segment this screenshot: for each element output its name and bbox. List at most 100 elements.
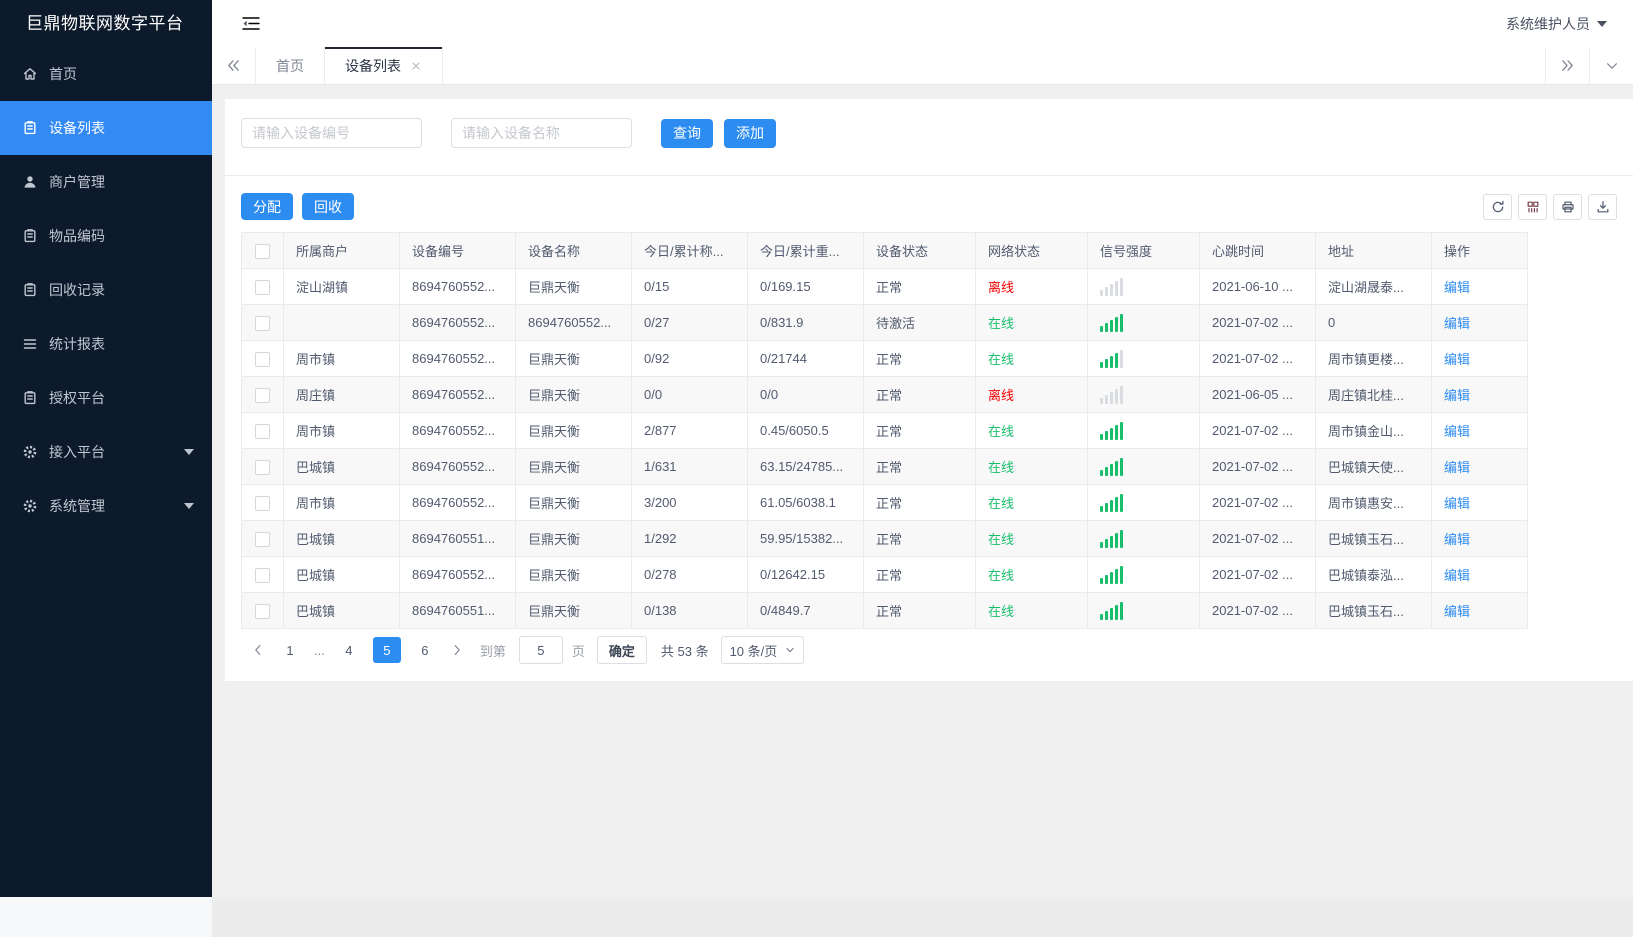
tab-device-list[interactable]: 设备列表	[325, 47, 443, 84]
user-menu[interactable]: 系统维护人员	[1506, 14, 1607, 34]
edit-link[interactable]: 编辑	[1444, 352, 1470, 367]
device-no-input[interactable]	[241, 118, 422, 148]
sidebar-item-device-list[interactable]: 设备列表	[0, 101, 212, 155]
signal-strength-icon	[1100, 457, 1187, 476]
column-header: 操作	[1431, 232, 1528, 269]
row-checkbox[interactable]	[255, 387, 270, 403]
edit-link[interactable]: 编辑	[1444, 496, 1470, 511]
cell-merchant: 淀山湖镇	[283, 268, 400, 305]
cell-device-status: 正常	[863, 592, 976, 629]
cell-device-status: 正常	[863, 448, 976, 485]
tab-home[interactable]: 首页	[256, 47, 325, 84]
sidebar-item-auth-platform[interactable]: 授权平台	[0, 371, 212, 425]
sidebar-item-access-platform[interactable]: 接入平台	[0, 425, 212, 479]
add-button[interactable]: 添加	[724, 118, 776, 148]
recycle-button[interactable]: 回收	[302, 193, 354, 220]
row-checkbox[interactable]	[255, 423, 270, 439]
sidebar-item-label: 设备列表	[49, 120, 105, 136]
topbar: 系统维护人员	[212, 0, 1633, 47]
sidebar-item-label: 授权平台	[49, 390, 105, 406]
edit-link[interactable]: 编辑	[1444, 604, 1470, 619]
confirm-button[interactable]: 确定	[596, 636, 647, 664]
assign-button[interactable]: 分配	[241, 193, 293, 220]
export-button[interactable]	[1588, 193, 1617, 220]
cell-network-status: 在线	[975, 412, 1088, 449]
table-row: 周市镇 8694760552... 巨鼎天衡 0/92 0/21744 正常 在线 2021-…	[241, 340, 1528, 377]
goto-page-input[interactable]	[518, 636, 563, 664]
column-header: 今日/累计称...	[631, 232, 748, 269]
caret-down-icon	[184, 503, 194, 509]
signal-strength-icon	[1100, 529, 1187, 548]
row-checkbox[interactable]	[255, 531, 270, 547]
page-size-value: 10 条/页	[729, 643, 778, 659]
query-button[interactable]: 查询	[661, 118, 713, 148]
sidebar-collapse-icon[interactable]	[242, 16, 260, 31]
page-button[interactable]: 4	[335, 637, 363, 663]
row-checkbox[interactable]	[255, 315, 270, 331]
sidebar-item-recycle-record[interactable]: 回收记录	[0, 263, 212, 317]
edit-link[interactable]: 编辑	[1444, 280, 1470, 295]
page-button[interactable]: 1	[276, 637, 304, 663]
cell-device-status: 正常	[863, 376, 976, 413]
cell-network-status: 在线	[975, 340, 1088, 377]
page-size-select[interactable]: 10 条/页	[720, 636, 805, 664]
gear-icon	[22, 444, 38, 460]
cell-address: 0	[1315, 304, 1432, 341]
app-window: 巨鼎物联网数字平台 首页 设备列表 商户管理 物品编码 回收记录 统计报表 授权平台 接入平台…	[0, 0, 1633, 897]
edit-link[interactable]: 编辑	[1444, 388, 1470, 403]
tabs-scroll-right-button[interactable]	[1545, 47, 1589, 84]
cell-address: 巴城镇泰泓...	[1315, 556, 1432, 593]
bottom-strip-left	[0, 897, 212, 937]
tabs-menu-button[interactable]	[1589, 47, 1633, 84]
sidebar-item-stats-report[interactable]: 统计报表	[0, 317, 212, 371]
edit-link[interactable]: 编辑	[1444, 532, 1470, 547]
row-checkbox[interactable]	[255, 567, 270, 583]
edit-link[interactable]: 编辑	[1444, 424, 1470, 439]
edit-link[interactable]: 编辑	[1444, 568, 1470, 583]
next-page-button[interactable]	[444, 643, 470, 657]
select-all-checkbox[interactable]	[255, 243, 270, 259]
columns-button[interactable]	[1518, 193, 1547, 220]
close-icon[interactable]	[410, 60, 422, 72]
cell-address: 周庄镇北桂...	[1315, 376, 1432, 413]
cell-heartbeat: 2021-07-02 ...	[1199, 340, 1316, 377]
row-checkbox[interactable]	[255, 603, 270, 619]
row-checkbox[interactable]	[255, 459, 270, 475]
edit-link[interactable]: 编辑	[1444, 460, 1470, 475]
cell-network-status: 在线	[975, 484, 1088, 521]
cell-network-status: 离线	[975, 376, 1088, 413]
tabs-scroll-left-button[interactable]	[212, 47, 256, 84]
signal-strength-icon	[1100, 349, 1187, 368]
gear-icon	[22, 498, 38, 514]
prev-page-button[interactable]	[245, 643, 271, 657]
sidebar-item-system-mgmt[interactable]: 系统管理	[0, 479, 212, 533]
user-name: 系统维护人员	[1506, 15, 1590, 32]
cell-today-weight: 61.05/6038.1	[747, 484, 864, 521]
signal-strength-icon	[1100, 313, 1187, 332]
cell-today-count: 0/27	[631, 304, 748, 341]
page-button[interactable]: 6	[411, 637, 439, 663]
table-row: 巴城镇 8694760552... 巨鼎天衡 0/278 0/12642.15 正常 在线 2…	[241, 556, 1528, 593]
row-checkbox[interactable]	[255, 351, 270, 367]
cell-merchant: 巴城镇	[283, 556, 400, 593]
sidebar-item-merchant-mgmt[interactable]: 商户管理	[0, 155, 212, 209]
refresh-button[interactable]	[1483, 193, 1512, 220]
cell-heartbeat: 2021-07-02 ...	[1199, 556, 1316, 593]
page-button[interactable]: 5	[372, 637, 401, 663]
cell-address: 巴城镇玉石...	[1315, 520, 1432, 557]
cell-merchant: 周市镇	[283, 484, 400, 521]
tab-label: 首页	[276, 57, 304, 74]
print-button[interactable]	[1553, 193, 1582, 220]
edit-link[interactable]: 编辑	[1444, 316, 1470, 331]
sidebar-item-home[interactable]: 首页	[0, 47, 212, 101]
signal-strength-icon	[1100, 277, 1187, 296]
device-name-input[interactable]	[451, 118, 632, 148]
row-checkbox[interactable]	[255, 279, 270, 295]
cell-today-weight: 0/21744	[747, 340, 864, 377]
table-row: 巴城镇 8694760551... 巨鼎天衡 0/138 0/4849.7 正常 在线 202…	[241, 592, 1528, 629]
sidebar-item-item-code[interactable]: 物品编码	[0, 209, 212, 263]
table-row: 8694760552... 8694760552... 0/27 0/831.9 待激活…	[241, 304, 1528, 341]
goto-label: 到第	[479, 643, 506, 659]
row-checkbox[interactable]	[255, 495, 270, 511]
cell-today-count: 0/0	[631, 376, 748, 413]
